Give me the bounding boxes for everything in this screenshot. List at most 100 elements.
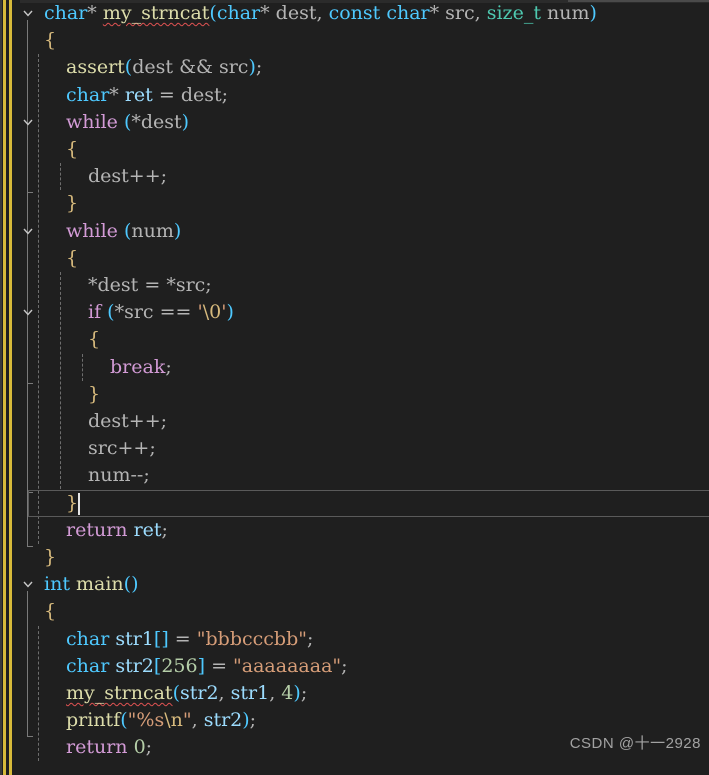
code-content[interactable]: char* my_strncat(char* dest, const char*… [0, 0, 709, 775]
code-token: { [66, 247, 79, 269]
code-token: ] [161, 628, 169, 650]
code-token: str2 [179, 682, 219, 704]
code-token: int [44, 573, 70, 595]
code-line[interactable]: { [66, 136, 78, 163]
code-line[interactable]: } [66, 490, 78, 517]
code-token: char [66, 655, 110, 677]
code-token: "%s [127, 709, 165, 731]
code-line[interactable]: printf("%s\n", str2); [66, 707, 256, 734]
code-line[interactable]: { [88, 326, 100, 353]
code-token: ; [341, 655, 348, 677]
code-token: + [117, 437, 134, 459]
code-token: "bbbcccbb" [196, 628, 307, 650]
code-line[interactable]: if (*src == '\0') [88, 299, 234, 326]
code-token: num [88, 464, 131, 486]
code-token: { [88, 328, 101, 350]
code-line[interactable]: break; [110, 354, 172, 381]
code-token: 0 [133, 736, 146, 758]
code-token: size_t [486, 2, 541, 24]
code-token: ; [143, 464, 150, 486]
code-token: { [44, 29, 57, 51]
code-line[interactable]: } [66, 190, 78, 217]
code-token: * [260, 2, 270, 24]
code-token: dest [97, 274, 139, 296]
code-token: ret [133, 519, 162, 541]
current-line-left-edge [28, 490, 29, 517]
code-token: dest [88, 410, 129, 432]
code-token: dest [180, 84, 222, 106]
code-line[interactable]: assert(dest && src); [66, 54, 262, 81]
code-token: + [133, 437, 150, 459]
code-token: str1 [115, 628, 154, 650]
code-line[interactable]: } [88, 381, 100, 408]
code-editor[interactable]: char* my_strncat(char* dest, const char*… [0, 0, 709, 775]
code-line[interactable]: while (*dest) [66, 109, 189, 136]
code-token: * [131, 111, 141, 133]
code-token: if [88, 301, 102, 323]
code-token: " [182, 709, 192, 731]
code-token: ] [197, 655, 206, 677]
code-line[interactable]: my_strncat(str2, str1, 4); [66, 680, 307, 707]
code-token: assert [66, 56, 125, 78]
code-token: = [174, 628, 191, 650]
code-token: char [44, 2, 88, 24]
code-token: char [66, 84, 110, 106]
code-token: ; [149, 437, 156, 459]
code-line[interactable]: return ret; [66, 517, 168, 544]
code-token: src [445, 2, 475, 24]
code-token: ; [300, 682, 308, 704]
code-token: \0 [202, 301, 222, 323]
code-token: = [144, 274, 161, 296]
code-token: char [66, 628, 110, 650]
code-line[interactable]: char str1[] = "bbbcccbb"; [66, 626, 313, 653]
code-token: str2 [203, 709, 243, 731]
code-token: ; [161, 519, 168, 541]
code-token: ) [293, 682, 301, 704]
code-line[interactable]: int main() [44, 571, 139, 598]
watermark-label: CSDN @十一2928 [569, 735, 701, 752]
code-token: src [88, 437, 118, 459]
code-line[interactable]: while (num) [66, 218, 181, 245]
error-token: my_strncat [66, 682, 173, 704]
code-token: + [144, 165, 161, 187]
code-line[interactable]: num--; [88, 462, 150, 489]
code-token: ) [248, 56, 256, 78]
code-token: ret [124, 84, 153, 106]
code-token: ( [123, 573, 132, 595]
code-line[interactable]: return 0; [66, 734, 152, 761]
code-token: ) [226, 301, 234, 323]
code-token: while [66, 111, 118, 133]
code-token: char [216, 2, 261, 24]
code-token: * [166, 274, 176, 296]
code-token: ; [205, 274, 212, 296]
code-line[interactable]: { [66, 245, 78, 272]
code-line[interactable]: char* ret = dest; [66, 82, 228, 109]
code-line[interactable]: { [44, 27, 56, 54]
code-token: ; [165, 356, 172, 378]
code-line[interactable]: } [44, 544, 56, 571]
code-token: main [76, 573, 124, 595]
code-token: ( [172, 682, 180, 704]
code-token: ( [107, 301, 115, 323]
code-line[interactable]: *dest = *src; [88, 272, 212, 299]
code-token: } [66, 192, 79, 214]
code-token: dest [88, 165, 129, 187]
code-token: ; [145, 736, 153, 758]
code-token: return [66, 519, 128, 541]
code-line[interactable]: dest++; [88, 163, 167, 190]
code-token: 4 [281, 682, 294, 704]
code-token: ; [255, 56, 263, 78]
code-line[interactable]: char* my_strncat(char* dest, const char*… [44, 0, 597, 27]
code-line[interactable]: char str2[256] = "aaaaaaaa"; [66, 653, 348, 680]
code-token: ) [181, 111, 190, 133]
code-token: * [114, 301, 125, 323]
code-token: ( [120, 709, 128, 731]
code-token: src [175, 274, 206, 296]
code-line[interactable]: src++; [88, 435, 156, 462]
code-line[interactable]: dest++; [88, 408, 167, 435]
code-token: const [328, 2, 381, 24]
code-line[interactable]: { [44, 598, 56, 625]
code-token: = [175, 301, 192, 323]
indent-guide [60, 272, 61, 489]
code-token: str2 [115, 655, 154, 677]
